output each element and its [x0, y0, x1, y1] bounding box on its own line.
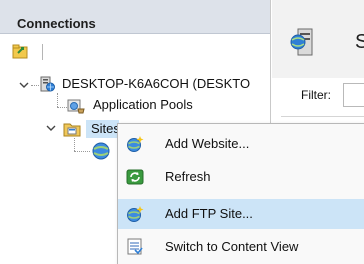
filter-label: Filter: — [301, 88, 331, 102]
filter-input[interactable] — [343, 83, 364, 107]
connections-toolbar — [0, 34, 270, 58]
menu-item-switch-content-view[interactable]: Switch to Content View — [118, 232, 364, 262]
globe-add-icon — [127, 136, 144, 152]
menu-item-add-website[interactable]: Add Website... — [118, 129, 364, 159]
connections-title: Connections — [17, 16, 96, 31]
menu-item-label: Switch to Content View — [165, 239, 299, 254]
menu-item-label: Refresh — [165, 169, 211, 184]
globe-icon — [92, 142, 110, 160]
menu-item-add-ftp-site[interactable]: Add FTP Site... — [118, 199, 364, 229]
connect-icon[interactable] — [12, 44, 30, 60]
divider — [281, 116, 364, 117]
tree-line — [74, 138, 75, 151]
sites-header-icon — [290, 28, 313, 56]
tree-line — [74, 151, 90, 152]
features-title: S — [355, 31, 364, 53]
tree-item-app-pools[interactable]: Application Pools — [93, 97, 193, 112]
refresh-icon — [126, 169, 144, 185]
sites-folder-icon — [63, 123, 81, 137]
chevron-down-icon[interactable] — [19, 80, 29, 90]
tree-item-server[interactable]: DESKTOP-K6A6COH (DESKTO — [62, 76, 250, 91]
app-pools-icon — [67, 99, 85, 114]
menu-item-label: Add FTP Site... — [165, 206, 253, 221]
tree-item-sites[interactable]: Sites — [91, 121, 120, 136]
menu-item-label: Add Website... — [165, 136, 250, 151]
chevron-down-icon[interactable] — [46, 123, 56, 133]
tree-line — [57, 93, 58, 107]
server-icon — [40, 76, 55, 92]
menu-item-refresh[interactable]: Refresh — [118, 162, 364, 192]
ftp-add-icon — [127, 206, 144, 222]
toolbar-separator — [42, 44, 43, 60]
content-view-icon — [127, 238, 143, 255]
context-menu: Add Website... Refresh Add FTP Site... S… — [117, 123, 364, 264]
